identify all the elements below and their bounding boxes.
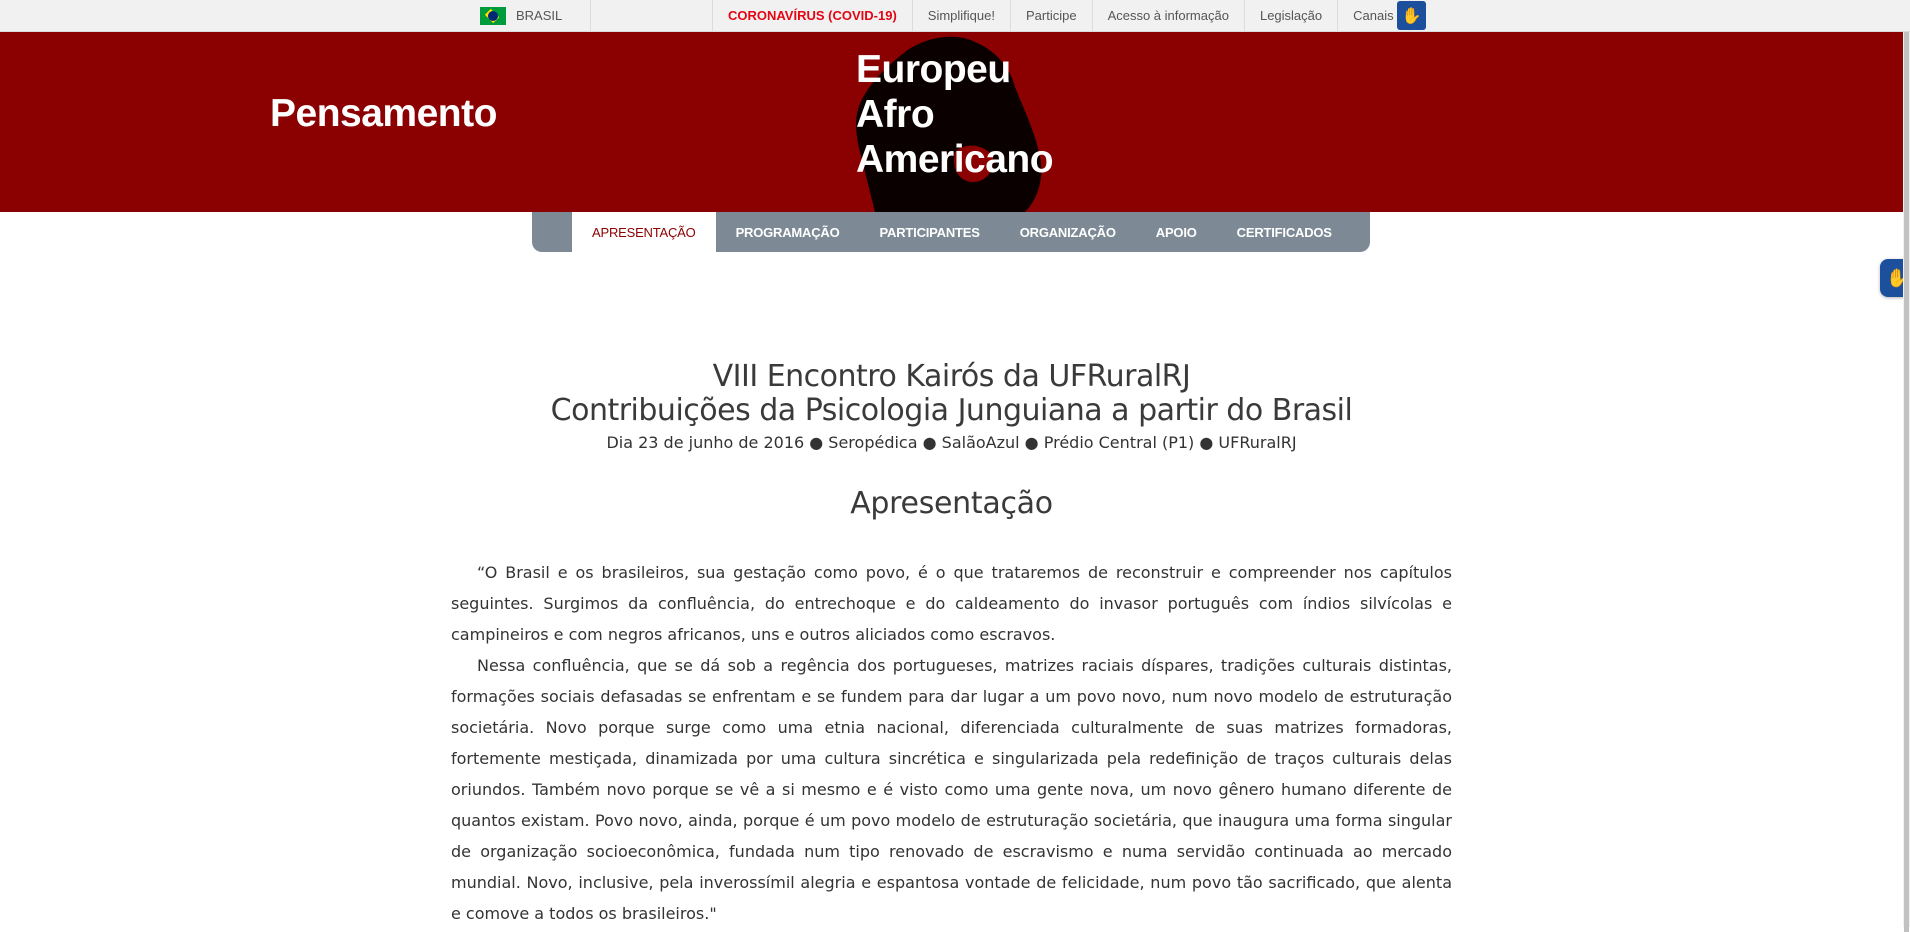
acesso-informacao-link[interactable]: Acesso à informação xyxy=(1093,0,1245,31)
nav-organizacao[interactable]: ORGANIZAÇÃO xyxy=(1000,212,1136,252)
scrollbar-thumb[interactable] xyxy=(1904,32,1909,932)
nav-programacao[interactable]: PROGRAMAÇÃO xyxy=(716,212,860,252)
event-details: Dia 23 de junho de 2016 ● Seropédica ● S… xyxy=(606,433,1297,452)
gov-links: CORONAVÍRUS (COVID-19) Simplifique! Part… xyxy=(712,0,1410,31)
site-title-right: Europeu Afro Americano xyxy=(856,47,1054,182)
site-header: Pensamento Europeu Afro Americano xyxy=(0,32,1903,212)
main-nav: APRESENTAÇÃO PROGRAMAÇÃO PARTICIPANTES O… xyxy=(532,212,1370,252)
main-content: VIII Encontro Kairós da UFRuralRJ Contri… xyxy=(451,360,1452,929)
page-scrollbar[interactable] xyxy=(1903,32,1910,932)
country-label: BRASIL xyxy=(516,8,563,23)
brasil-link[interactable]: BRASIL xyxy=(480,0,592,31)
participe-link[interactable]: Participe xyxy=(1011,0,1093,31)
legislacao-link[interactable]: Legislação xyxy=(1245,0,1339,31)
event-title: VIII Encontro Kairós da UFRuralRJ Contri… xyxy=(451,360,1452,428)
nav-participantes[interactable]: PARTICIPANTES xyxy=(860,212,1000,252)
site-title-left: Pensamento xyxy=(270,92,497,135)
brazil-flag-icon xyxy=(480,6,506,25)
nav-certificados[interactable]: CERTIFICADOS xyxy=(1217,212,1352,252)
nav-apresentacao[interactable]: APRESENTAÇÃO xyxy=(572,212,716,252)
site-title-line: Europeu xyxy=(856,48,1011,91)
paragraph: Nessa confluência, que se dá sob a regên… xyxy=(451,656,1452,923)
site-title-line: Americano xyxy=(856,138,1054,181)
event-title-line1: VIII Encontro Kairós da UFRuralRJ xyxy=(712,359,1191,394)
section-title: Apresentação xyxy=(850,486,1053,521)
site-title-line: Afro xyxy=(856,93,935,136)
government-top-bar: BRASIL CORONAVÍRUS (COVID-19) Simplifiqu… xyxy=(0,0,1910,32)
covid-link[interactable]: CORONAVÍRUS (COVID-19) xyxy=(713,0,913,31)
sign-language-icon[interactable]: ✋ xyxy=(1397,1,1426,30)
simplifique-link[interactable]: Simplifique! xyxy=(913,0,1011,31)
nav-apoio[interactable]: APOIO xyxy=(1136,212,1217,252)
event-title-line2: Contribuições da Psicologia Junguiana a … xyxy=(550,393,1353,428)
paragraph: “O Brasil e os brasileiros, sua gestação… xyxy=(451,563,1452,644)
